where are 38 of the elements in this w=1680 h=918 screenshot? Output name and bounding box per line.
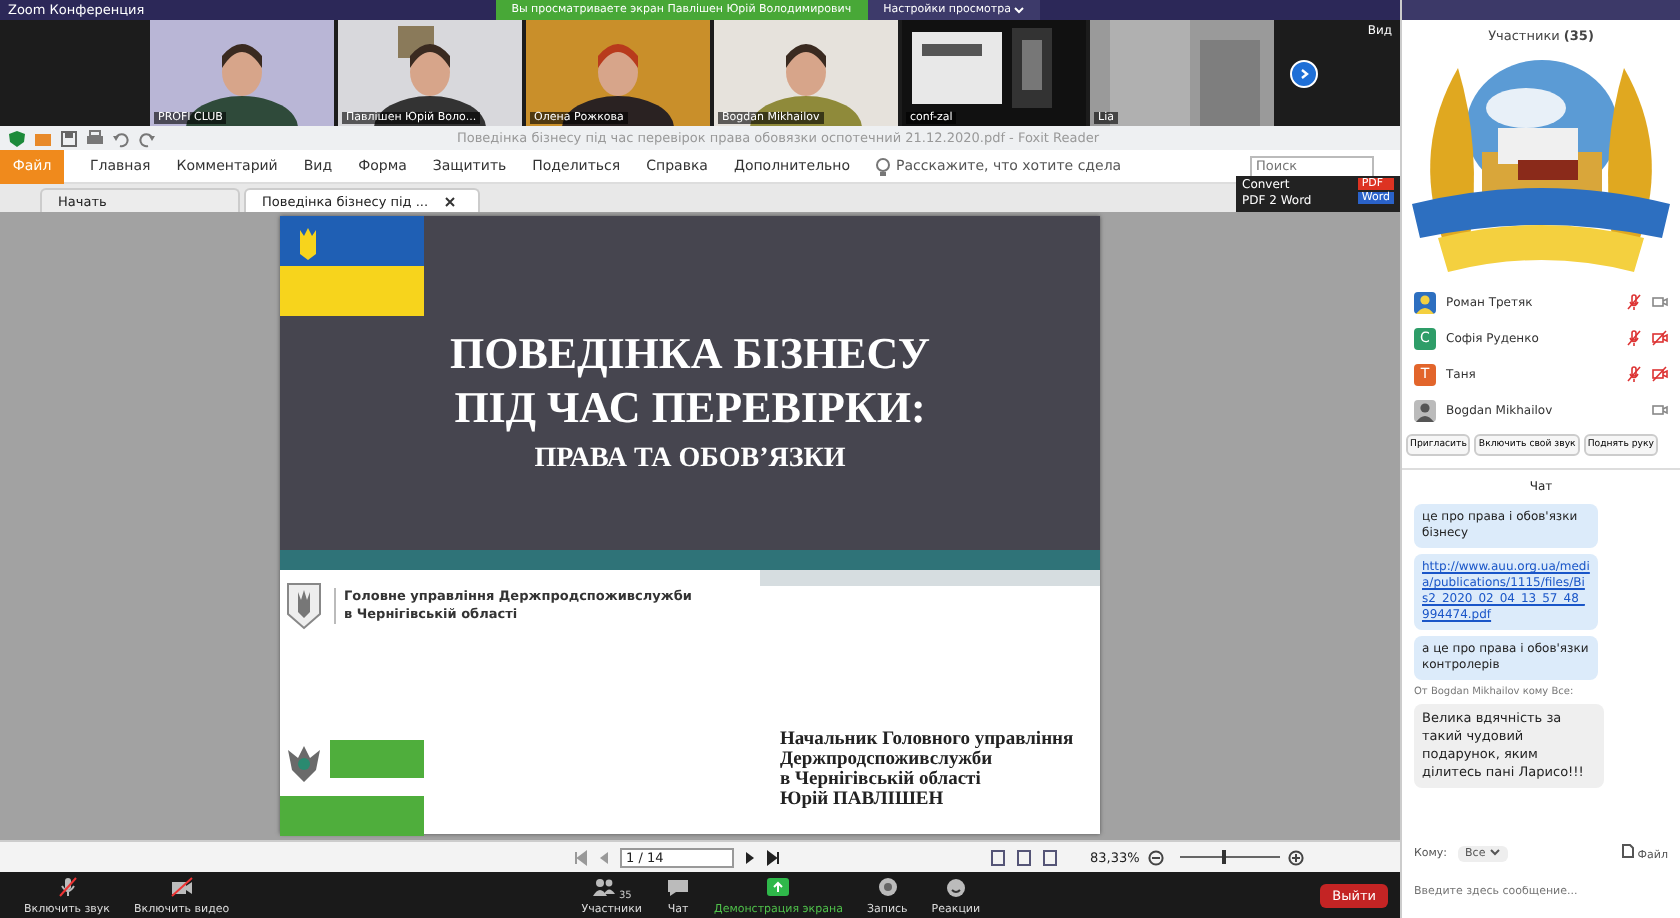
next-page-button[interactable] <box>1290 59 1318 87</box>
slider-thumb[interactable] <box>1221 850 1226 864</box>
emblem-icon <box>286 582 322 630</box>
share-screen-icon <box>766 875 791 897</box>
emblem-icon <box>284 742 324 786</box>
facing-pages-icon[interactable] <box>1042 849 1058 865</box>
people-icon <box>591 875 616 897</box>
close-icon[interactable] <box>444 195 457 207</box>
speech-bubble-icon <box>666 875 691 897</box>
muted-microphone-icon <box>55 875 79 897</box>
slide-title: ПОВЕДІНКА БІЗНЕСУ ПІД ЧАС ПЕРЕВІРКИ: <box>450 326 930 434</box>
redo-icon[interactable] <box>138 129 156 147</box>
smiley-icon <box>943 875 968 897</box>
continuous-page-icon[interactable] <box>1016 849 1032 865</box>
save-icon[interactable] <box>60 129 78 147</box>
slide-subtitle: ПРАВА ТА ОБОВ’ЯЗКИ <box>534 444 846 476</box>
chevron-right-icon <box>1298 67 1310 79</box>
slide-band <box>280 796 424 836</box>
slide-band <box>330 740 424 778</box>
video-off-icon <box>169 875 194 897</box>
zoom-out-icon[interactable] <box>1147 849 1164 865</box>
next-page-icon[interactable] <box>742 849 758 865</box>
record-icon <box>875 875 900 897</box>
previous-page-icon[interactable] <box>596 849 612 865</box>
caret-icon <box>1489 847 1500 856</box>
avatar-icon <box>1414 399 1436 421</box>
first-page-icon[interactable] <box>572 849 588 865</box>
caret-icon <box>1014 6 1025 14</box>
avatar-icon <box>1414 291 1436 313</box>
zoom-in-icon[interactable] <box>1287 849 1304 865</box>
last-page-icon[interactable] <box>766 849 782 865</box>
print-icon[interactable] <box>86 129 104 147</box>
document-icon <box>1622 844 1635 858</box>
signature-text: Начальник Головного управління Держпродспоживслужби в Чернігівській області Юрій ПАВЛІШЕН <box>780 730 1074 810</box>
lightbulb-icon <box>876 157 891 175</box>
flag-drawing <box>280 216 424 316</box>
single-page-icon[interactable] <box>990 849 1006 865</box>
undo-icon[interactable] <box>112 129 130 147</box>
